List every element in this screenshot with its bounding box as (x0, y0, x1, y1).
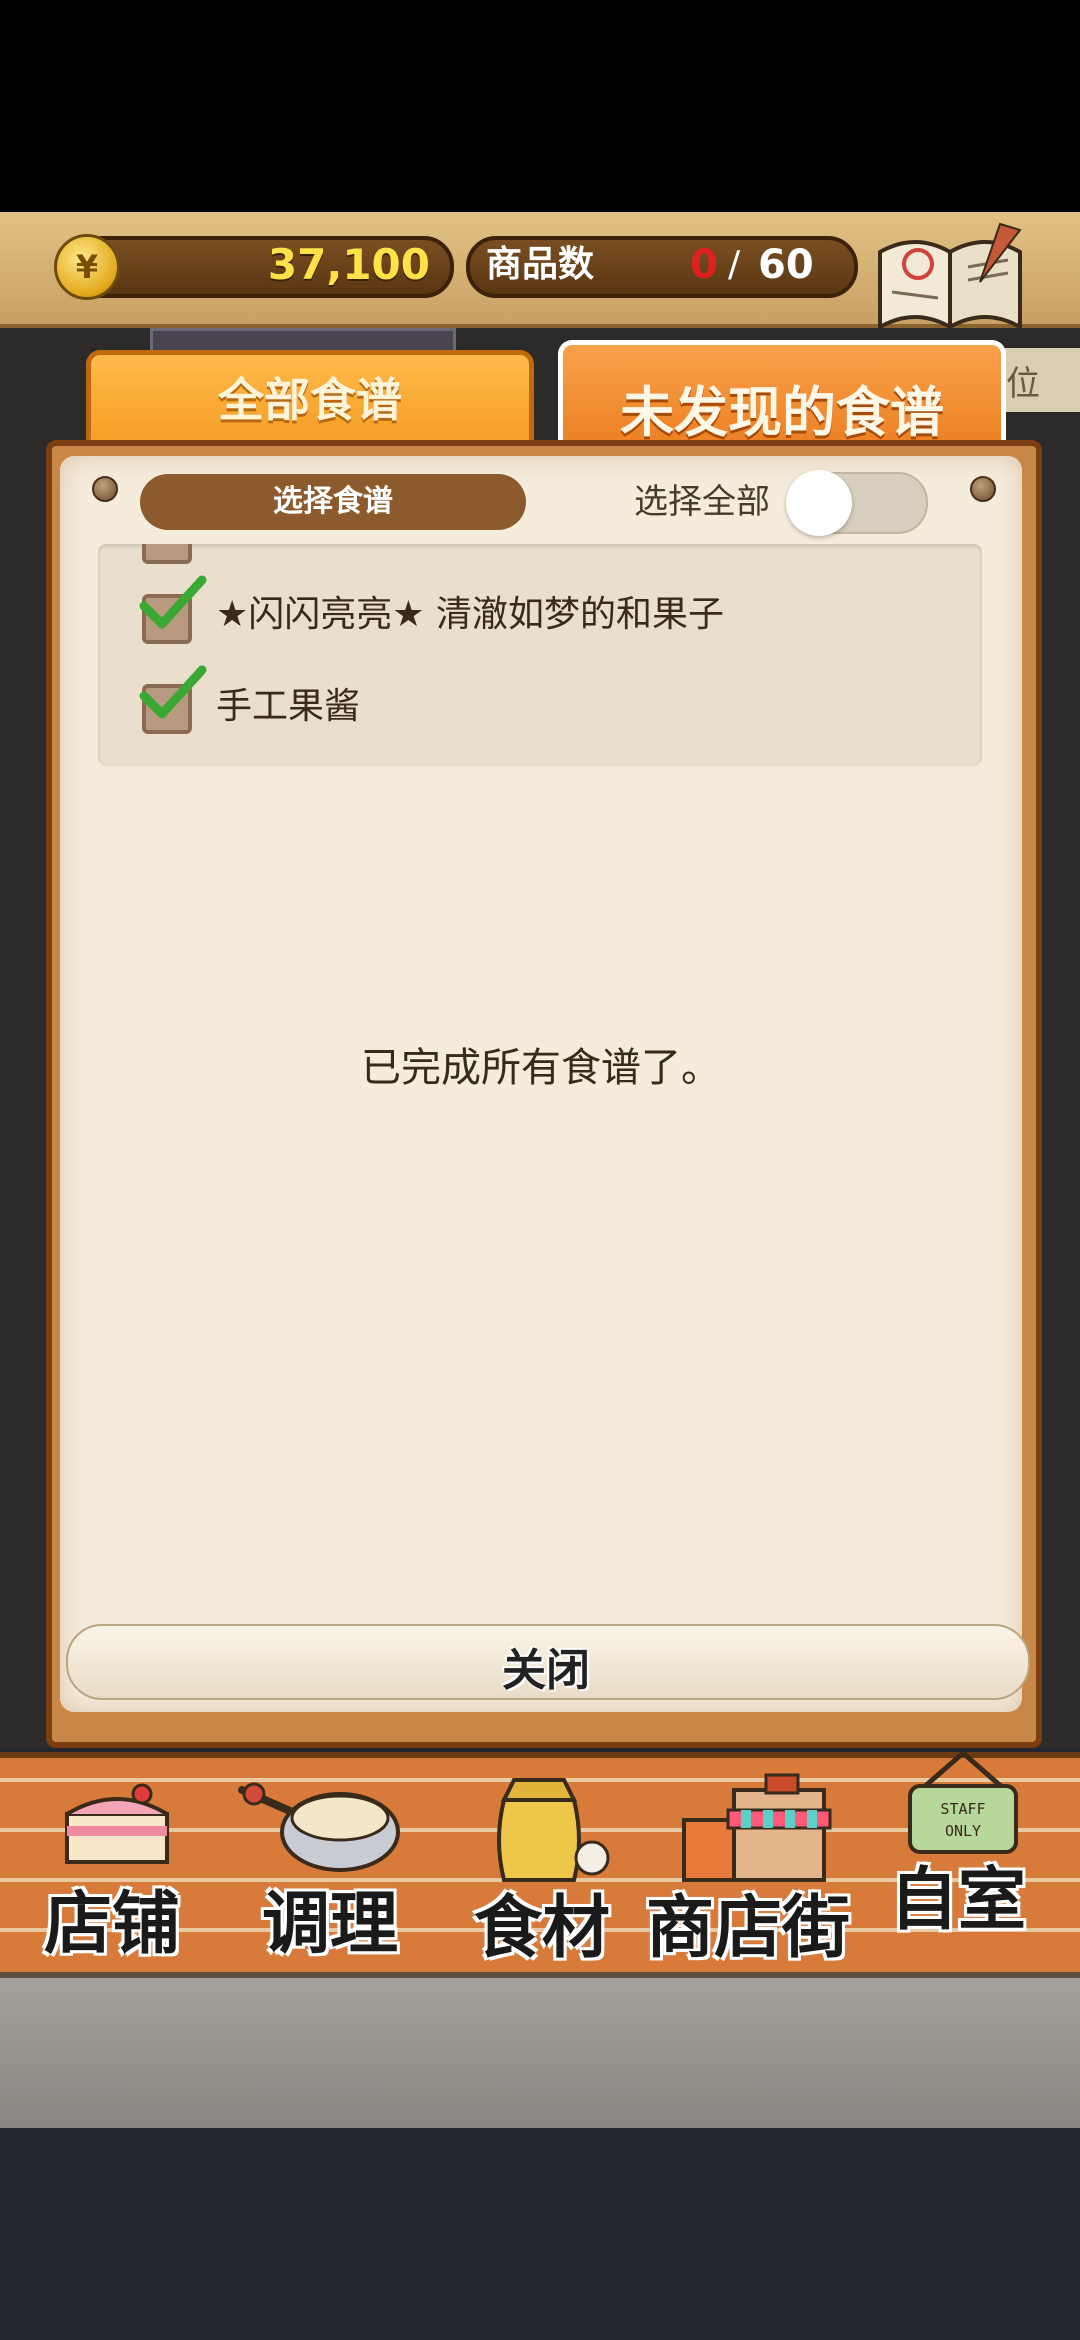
empty-message: 已完成所有食谱了。 (361, 1045, 721, 1091)
nail-icon (970, 476, 996, 502)
select-recipe-label: 选择食谱 (273, 484, 393, 519)
floor-area (0, 1972, 1080, 2128)
goods-count-current: 0 (690, 242, 718, 288)
side-tab-label: 位 (1006, 364, 1040, 404)
nail-icon (92, 476, 118, 502)
tab-all-recipes-label[interactable]: 全部食谱 (86, 364, 534, 430)
recipe-list: ★闪闪亮亮★ 清澈如梦的和果子 手工果酱 (98, 544, 982, 766)
nav-cooking-label[interactable]: 调理 (262, 1868, 398, 1967)
staff-only-sign-icon[interactable]: STAFF ONLY (898, 1748, 1028, 1858)
nav-ingredients-label[interactable]: 食材 (474, 1872, 610, 1971)
nav-store-label[interactable]: 店铺 (44, 1868, 180, 1967)
svg-text:STAFF: STAFF (940, 1800, 985, 1818)
select-all-label: 选择全部 (634, 482, 770, 522)
checkmark-icon (139, 575, 207, 629)
cake-icon[interactable] (52, 1774, 182, 1874)
goods-count-label: 商品数 (486, 244, 595, 285)
close-button-label[interactable]: 关闭 (66, 1634, 1026, 1698)
list-item-label[interactable]: 手工果酱 (216, 682, 360, 732)
top-band (0, 0, 1080, 212)
checkmark-icon (139, 665, 207, 719)
nav-shopping-street-label[interactable]: 商店街 (646, 1872, 850, 1971)
coin-icon: ¥ (54, 234, 120, 300)
money-value: 37,100 (267, 240, 430, 289)
checkbox (142, 544, 192, 564)
nav-my-room-label[interactable]: 自室 (890, 1844, 1026, 1943)
goods-count-separator: / (728, 244, 741, 285)
select-all-toggle-knob[interactable] (786, 470, 852, 536)
list-item[interactable]: 手工果酱 (98, 664, 982, 754)
svg-text:ONLY: ONLY (945, 1822, 981, 1840)
list-item-partial (98, 544, 982, 564)
goods-count-max: 60 (758, 242, 814, 288)
list-item-label[interactable]: ★闪闪亮亮★ 清澈如梦的和果子 (216, 590, 724, 640)
mixing-bowl-icon[interactable] (232, 1770, 402, 1880)
list-item[interactable]: ★闪闪亮亮★ 清澈如梦的和果子 (98, 574, 982, 664)
tab-undiscovered-recipes-label[interactable]: 未发现的食谱 (558, 368, 1006, 447)
